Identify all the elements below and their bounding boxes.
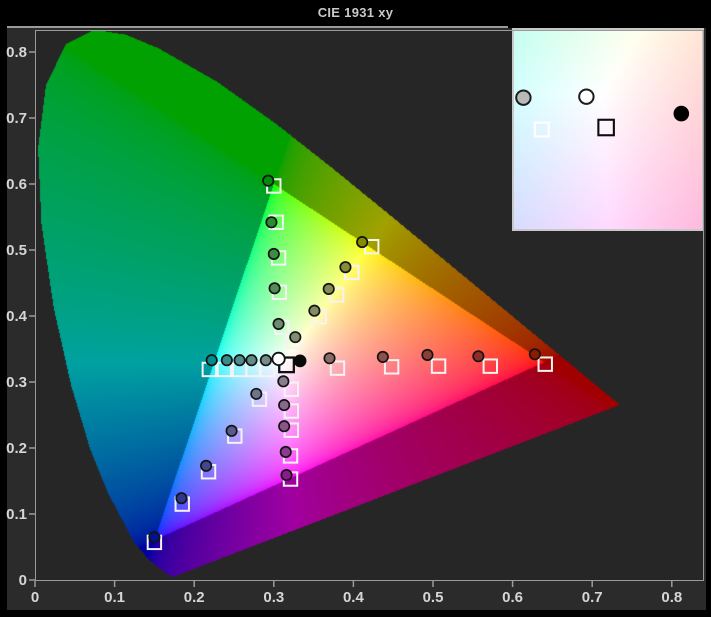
titlebar-separator [7, 26, 508, 28]
chart-title: CIE 1931 xy [317, 5, 394, 20]
whitepoint-inset-canvas [514, 30, 702, 229]
titlebar: CIE 1931 xy [0, 0, 711, 26]
cie-chart-window: CIE 1931 xy 0 0.1 0.2 0.3 0.4 0.5 0.6 0.7 0.8 0 0.… [0, 0, 711, 617]
whitepoint-inset-panel [512, 28, 704, 231]
